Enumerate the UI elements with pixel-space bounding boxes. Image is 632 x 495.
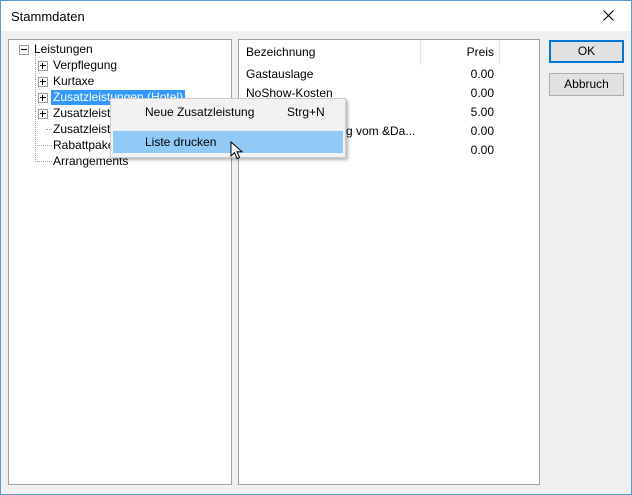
row-price: 5.00 (470, 105, 494, 119)
expand-icon[interactable] (38, 61, 48, 71)
menu-item-new-zusatzleistung[interactable]: Neue Zusatzleistung Strg+N (113, 101, 343, 123)
tree-label: Zusatzleistu (53, 106, 118, 120)
tree-label: Zusatzleistu (53, 122, 118, 136)
tree-label-root: Leistungen (34, 42, 93, 56)
close-icon (603, 10, 614, 21)
context-menu: Neue Zusatzleistung Strg+N Liste drucken (110, 98, 346, 158)
expand-icon[interactable] (38, 93, 48, 103)
close-button[interactable] (587, 1, 631, 31)
column-header-name-label: Bezeichnung (246, 45, 316, 59)
column-header-price[interactable]: Preis (421, 40, 500, 65)
tree-label: Verpflegung (53, 58, 118, 72)
menu-item-label: Liste drucken (145, 135, 217, 149)
menu-item-print-list[interactable]: Liste drucken (113, 131, 343, 153)
collapse-icon[interactable] (19, 45, 29, 55)
row-name: Gastauslage (246, 67, 314, 81)
tree-node-verpflegung[interactable]: Verpflegung (9, 58, 229, 73)
menu-item-label: Neue Zusatzleistung (145, 105, 255, 119)
list-header: Bezeichnung Preis (239, 40, 539, 65)
tree-node-kurtaxe[interactable]: Kurtaxe (9, 74, 229, 89)
expand-icon[interactable] (38, 77, 48, 87)
column-header-price-label: Preis (466, 45, 494, 59)
row-price: 0.00 (470, 86, 494, 100)
menu-item-shortcut: Strg+N (287, 105, 325, 119)
row-price: 0.00 (470, 67, 494, 81)
tree-node-root[interactable]: Leistungen (9, 42, 229, 57)
ok-button[interactable]: OK (549, 40, 624, 63)
window-title: Stammdaten (11, 9, 85, 24)
cancel-button[interactable]: Abbruch (549, 73, 624, 96)
list-row[interactable]: Gastauslage 0.00 (239, 65, 539, 84)
row-name: g vom &Da... (346, 124, 416, 138)
row-price: 0.00 (470, 143, 494, 157)
expand-icon[interactable] (38, 109, 48, 119)
title-bar[interactable]: Stammdaten (1, 1, 631, 31)
column-header-name[interactable]: Bezeichnung (239, 40, 421, 65)
row-price: 0.00 (470, 124, 494, 138)
mouse-pointer-icon (230, 141, 244, 160)
tree-label: Rabattpake (53, 138, 115, 152)
tree-label: Kurtaxe (53, 74, 95, 88)
